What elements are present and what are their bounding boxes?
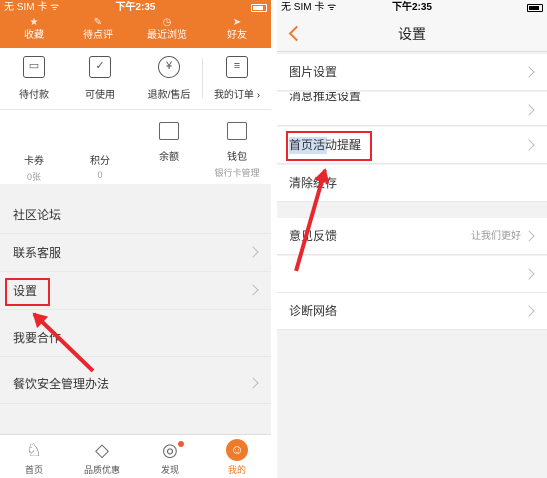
diamond-icon: ◇	[95, 440, 109, 460]
wallet-label: 积分	[90, 156, 110, 167]
menu-item-forum[interactable]: 社区论坛	[0, 197, 271, 234]
menu-item-contact[interactable]: 联系客服	[0, 235, 271, 272]
balance-icon	[159, 122, 179, 140]
settings-item-network-diagnose[interactable]: 诊断网络	[277, 293, 547, 330]
refund-icon: ¥	[158, 56, 180, 78]
menu-label: 餐饮安全管理办法	[13, 377, 110, 391]
shortcut-label: 收藏	[24, 30, 44, 41]
wallet-purse[interactable]: 钱包 银行卡管理	[207, 122, 267, 179]
order-label: 我的订单 ›	[213, 90, 261, 101]
divider	[202, 58, 203, 98]
purse-icon	[227, 122, 247, 140]
wallet-points[interactable]: 积分 0	[70, 144, 130, 180]
order-label: 可使用	[85, 90, 115, 101]
wallet-section: 卡券 0张 积分 0 余额 钱包 银行卡管理	[0, 110, 271, 184]
status-bar: 无 SIM 卡 ᯤ 下午2:35	[277, 0, 547, 16]
order-status-bar: ▭ 待付款 ✓ 可使用 ¥ 退款/售后 ≡ 我的订单 ›	[0, 48, 271, 110]
wallet-value: 0	[97, 170, 103, 180]
settings-label: 图片设置	[289, 65, 338, 79]
settings-item-push[interactable]: 消息推送设置	[277, 92, 547, 126]
tab-label: 首页	[24, 465, 43, 475]
highlight-box	[286, 131, 372, 161]
chevron-right-icon	[247, 246, 259, 258]
wallet-label: 钱包	[227, 152, 247, 163]
order-label: 待付款	[19, 90, 49, 101]
order-pending-payment[interactable]: ▭ 待付款	[6, 56, 62, 101]
order-list-icon: ≡	[226, 56, 248, 78]
menu-item-food-safety[interactable]: 餐饮安全管理办法	[0, 364, 271, 404]
chevron-right-icon	[523, 139, 535, 151]
order-my-orders[interactable]: ≡ 我的订单 ›	[209, 56, 265, 101]
status-bar: 无 SIM 卡 ᯤ 下午2:35	[0, 0, 271, 16]
chevron-right-icon	[523, 230, 535, 242]
chevron-right-icon	[523, 66, 535, 78]
order-refund[interactable]: ¥ 退款/售后	[141, 56, 197, 101]
tab-home[interactable]: ♘ 首页	[0, 439, 68, 476]
wallet-value: 银行卡管理	[214, 168, 260, 178]
chevron-right-icon	[247, 284, 259, 296]
bottom-tab-bar: ♘ 首页 ◇ 品质优惠 ◎ 发现 ☺ 我的	[0, 434, 271, 478]
settings-label: 意见反馈	[289, 229, 338, 243]
tab-label: 我的	[227, 465, 246, 475]
shortcut-label: 待点评	[83, 30, 113, 41]
menu-label: 社区论坛	[13, 208, 62, 222]
wallet-icon: ▭	[23, 56, 45, 78]
shortcut-pending-review[interactable]: ✎ 待点评	[64, 18, 132, 48]
right-phone-screen: 无 SIM 卡 ᯤ 下午2:35 设置 图片设置 消息推送设置 首页活动提醒 清…	[277, 0, 547, 478]
clock-icon: ◷	[162, 17, 172, 28]
shortcut-recent[interactable]: ◷ 最近浏览	[133, 18, 201, 48]
order-label: 退款/售后	[147, 90, 191, 101]
wallet-balance[interactable]: 余额	[139, 122, 199, 163]
battery-icon	[251, 4, 267, 12]
wallet-coupons[interactable]: 卡券 0张	[4, 144, 64, 183]
tab-mine[interactable]: ☺ 我的	[203, 439, 271, 476]
shortcut-friends[interactable]: ➤ 好友	[203, 18, 271, 48]
comment-icon: ✎	[93, 17, 103, 28]
menu-item-cooperate[interactable]: 我要合作	[0, 320, 271, 357]
settings-item-blank[interactable]	[277, 256, 547, 293]
settings-label: 诊断网络	[289, 304, 338, 318]
settings-item-feedback[interactable]: 意见反馈 让我们更好	[277, 218, 547, 255]
left-phone-screen: 无 SIM 卡 ᯤ 下午2:35 ★ 收藏 ✎ 待点评 ◷ 最近浏览 ➤ 好友 …	[0, 0, 271, 478]
wallet-label: 卡券	[24, 156, 44, 167]
settings-label: 消息推送设置	[289, 92, 362, 103]
profile-icon: ☺	[226, 439, 248, 461]
shortcut-favorites[interactable]: ★ 收藏	[0, 18, 68, 48]
star-icon: ★	[29, 17, 39, 28]
page-title: 设置	[398, 26, 426, 42]
chevron-right-icon	[523, 305, 535, 317]
wallet-value: 0张	[26, 172, 41, 182]
tab-quality-deals[interactable]: ◇ 品质优惠	[68, 439, 136, 476]
status-time: 下午2:35	[115, 2, 156, 13]
settings-item-image[interactable]: 图片设置	[277, 54, 547, 91]
battery-icon	[527, 4, 543, 12]
navigation-bar: 设置	[277, 16, 547, 52]
chevron-right-icon	[247, 377, 259, 389]
top-shortcut-bar: ★ 收藏 ✎ 待点评 ◷ 最近浏览 ➤ 好友	[0, 16, 271, 48]
compass-icon: ➤	[232, 17, 242, 28]
tab-label: 发现	[160, 465, 179, 475]
chevron-right-icon	[523, 268, 535, 280]
shortcut-label: 好友	[227, 30, 247, 41]
chevron-right-icon	[523, 104, 535, 116]
highlight-box	[5, 278, 50, 306]
settings-value: 让我们更好	[471, 231, 521, 242]
home-icon: ♘	[25, 440, 43, 460]
tab-label: 品质优惠	[83, 465, 120, 475]
wallet-label: 余额	[159, 152, 179, 163]
status-time: 下午2:35	[391, 2, 432, 13]
order-usable[interactable]: ✓ 可使用	[72, 56, 128, 101]
menu-label: 联系客服	[13, 246, 62, 260]
shortcut-label: 最近浏览	[147, 30, 187, 41]
notification-badge	[178, 441, 184, 447]
check-icon: ✓	[89, 56, 111, 78]
tab-discover[interactable]: ◎ 发现	[136, 439, 204, 476]
